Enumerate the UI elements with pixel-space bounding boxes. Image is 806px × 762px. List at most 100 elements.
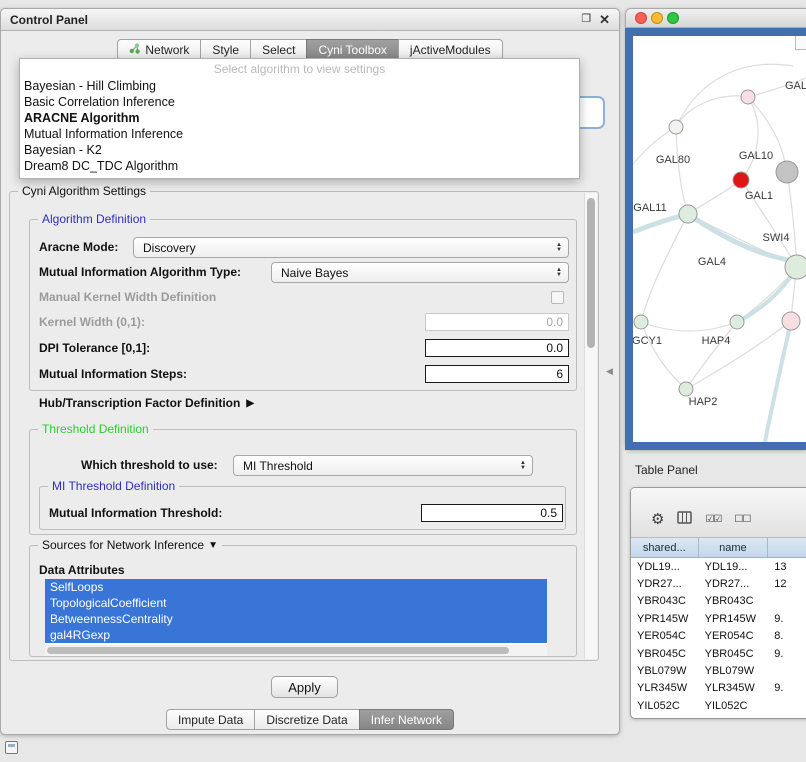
restore-window-icon[interactable]: ❐ [581,14,591,25]
network-edge[interactable] [676,127,688,214]
control-panel-titlebar[interactable]: Control Panel ❐ ✕ [1,9,619,31]
tab-cyni-toolbox[interactable]: Cyni Toolbox [306,39,398,60]
minimize-traffic-light-icon[interactable] [651,12,663,24]
network-edge[interactable] [641,322,737,331]
network-graph[interactable]: GALGAL80GAL10GAL1GAL11SWI4GAL4GCY1HAP4HA… [633,36,806,442]
close-window-icon[interactable]: ✕ [599,13,610,26]
sources-legend-toggle[interactable]: Sources for Network Inference ▼ [38,538,222,552]
tab-impute-data[interactable]: Impute Data [166,709,255,730]
network-edge[interactable] [741,97,758,180]
columns-icon[interactable] [677,511,692,529]
which-threshold-select[interactable]: MI Threshold ▲ ▼ [233,455,533,476]
hub-section-toggle[interactable]: Hub/Transcription Factor Definition ▶ [39,396,254,410]
tab-infer-network[interactable]: Infer Network [359,709,454,730]
algorithm-option-basic-correlation-inference[interactable]: Basic Correlation Inference [20,94,579,110]
mi-steps-field[interactable]: 6 [425,365,569,383]
table-row[interactable]: YDL19...YDL19...13 [631,558,806,575]
node-label-gal80: GAL80 [656,154,690,166]
mi-steps-label: Mutual Information Steps: [39,367,187,381]
gear-icon[interactable]: ⚙ [651,512,664,527]
algorithm-option-bayesian-k2[interactable]: Bayesian - K2 [20,142,579,158]
column-header-3[interactable] [768,538,806,557]
dpi-tolerance-field[interactable]: 0.0 [425,339,569,357]
attribute-list[interactable]: SelfLoopsTopologicalCoefficientBetweenne… [45,579,547,645]
table-row[interactable]: YBR045CYBR045C9. [631,645,806,662]
table-row[interactable]: YER054CYER054C8. [631,628,806,645]
network-node[interactable] [741,90,755,104]
manual-kernel-width-checkbox[interactable] [551,291,564,304]
kernel-width-field[interactable]: 0.0 [425,313,569,331]
table-cell: YBR045C [631,648,699,660]
column-header-shared[interactable]: shared... [631,538,699,557]
network-edge[interactable] [641,214,688,322]
panel-dock-icon[interactable] [5,741,18,754]
kernel-width-value: 0.0 [546,315,563,329]
tab-network[interactable]: Network [117,39,201,60]
unchecked-boxes-icon[interactable]: ☐☐ [734,514,750,525]
settings-scrollbar[interactable] [584,193,597,659]
network-node[interactable] [679,205,697,223]
bottom-tabbar: Impute DataDiscretize DataInfer Network [1,709,619,730]
algorithm-option-aracne-algorithm[interactable]: ARACNE Algorithm [20,110,579,126]
tab-jactivemodules[interactable]: jActiveModules [398,39,503,60]
table-row[interactable]: YBR043CYBR043C [631,593,806,610]
algorithm-option-mutual-information-inference[interactable]: Mutual Information Inference [20,126,579,142]
network-node[interactable] [669,120,683,134]
network-node[interactable] [785,255,806,279]
network-node[interactable] [776,161,798,183]
apply-button[interactable]: Apply [271,676,338,698]
network-edge[interactable] [676,96,748,127]
attribute-item-topologicalcoefficient[interactable]: TopologicalCoefficient [45,595,547,611]
tab-select[interactable]: Select [250,39,307,60]
checked-boxes-icon[interactable]: ☑☑ [705,514,721,525]
zoom-traffic-light-icon[interactable] [667,12,679,24]
attribute-item-gal4rgexp[interactable]: gal4RGexp [45,627,547,643]
manual-kernel-width-label: Manual Kernel Width Definition [39,290,216,304]
table-row[interactable]: YLR345WYLR345W9. [631,680,806,697]
aracne-mode-label: Aracne Mode: [39,240,118,254]
network-node[interactable] [782,312,800,330]
network-edge[interactable] [686,322,737,389]
attribute-item-betweennesscentrality[interactable]: BetweennessCentrality [45,611,547,627]
node-label-gal11: GAL11 [633,202,666,214]
network-edge[interactable] [765,321,791,442]
panel-tabbar: NetworkStyleSelectCyni ToolboxjActiveMod… [1,39,619,60]
node-label-swi4: SWI4 [763,232,790,244]
table-row[interactable]: YIL052CYIL052C [631,697,806,714]
splitter-collapse-arrow[interactable]: ◀ [606,366,613,377]
network-icon [129,43,140,57]
network-canvas[interactable]: GALGAL80GAL10GAL1GAL11SWI4GAL4GCY1HAP4HA… [633,36,806,442]
network-node[interactable] [730,315,744,329]
network-view-frame: GALGAL80GAL10GAL1GAL11SWI4GAL4GCY1HAP4HA… [625,28,806,450]
network-node[interactable] [634,315,648,329]
canvas-corner-button[interactable] [795,36,806,50]
attribute-list-hscrollbar[interactable] [45,646,547,656]
algorithm-option-dream8-dc-tdc-algorithm[interactable]: Dream8 DC_TDC Algorithm [20,158,579,174]
table-body: YDL19...YDL19...13YDR27...YDR27...12YBR0… [631,558,806,715]
which-threshold-label: Which threshold to use: [81,458,218,472]
mi-algorithm-type-select[interactable]: Naive Bayes ▲ ▼ [271,262,569,283]
network-window-titlebar[interactable] [625,8,806,28]
node-label-gal1: GAL1 [745,190,773,202]
tab-discretize-data[interactable]: Discretize Data [254,709,359,730]
algorithm-option-bayesian-hill-climbing[interactable]: Bayesian - Hill Climbing [20,78,579,94]
mi-threshold-field[interactable]: 0.5 [421,504,563,522]
table-row[interactable]: YPR145WYPR145W9. [631,610,806,627]
close-traffic-light-icon[interactable] [635,12,647,24]
table-cell: 9. [768,648,806,660]
network-edge[interactable] [686,321,791,389]
table-row[interactable]: YBL079WYBL079W [631,662,806,679]
data-attributes-label: Data Attributes [39,563,125,577]
aracne-mode-select[interactable]: Discovery ▲ ▼ [133,237,569,258]
settings-scrollbar-thumb[interactable] [587,198,595,348]
mi-steps-value: 6 [556,367,563,381]
network-node[interactable] [679,382,693,396]
mi-threshold-label: Mutual Information Threshold: [49,506,222,520]
tab-style[interactable]: Style [200,39,251,60]
table-row[interactable]: YDR27...YDR27...12 [631,575,806,592]
attribute-list-hscrollbar-thumb[interactable] [47,647,509,654]
column-header-name[interactable]: name [699,538,769,557]
attribute-item-selfloops[interactable]: SelfLoops [45,579,547,595]
network-edge[interactable] [641,322,686,389]
network-node[interactable] [733,172,749,188]
